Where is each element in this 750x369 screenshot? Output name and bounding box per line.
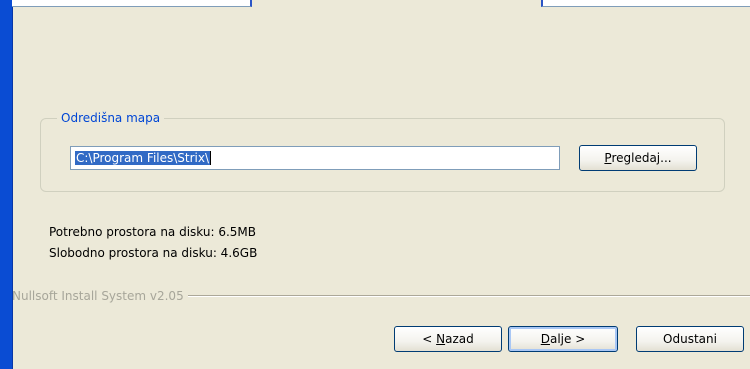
destination-path-input[interactable]: C:\Program Files\Strix\	[70, 146, 560, 170]
browse-label: regledaj...	[611, 151, 672, 165]
space-required-text: Potrebno prostora na disku: 6.5MB	[49, 225, 257, 239]
cancel-button[interactable]: Odustani	[636, 326, 744, 352]
text-caret	[210, 151, 212, 165]
browse-button[interactable]: Pregledaj...	[579, 145, 697, 171]
next-hotkey: D	[540, 332, 550, 346]
next-button[interactable]: Dalje >	[508, 326, 618, 352]
branding-divider	[187, 295, 750, 297]
header-panel-left	[12, 0, 252, 7]
back-arrow: <	[422, 332, 437, 346]
window-frame-left	[0, 0, 13, 369]
space-available-text: Slobodno prostora na disku: 4.6GB	[49, 246, 258, 260]
header-panel-right	[541, 0, 750, 7]
back-hotkey: N	[436, 332, 446, 346]
destination-path-value: C:\Program Files\Strix\	[75, 151, 211, 165]
next-label: alje >	[549, 332, 586, 346]
destination-folder-label: Odredišna mapa	[57, 110, 165, 126]
back-button[interactable]: < Nazad	[394, 326, 502, 352]
branding-line: Nullsoft Install System v2.05	[12, 288, 750, 304]
branding-text: Nullsoft Install System v2.05	[12, 289, 184, 303]
back-label: azad	[445, 332, 474, 346]
